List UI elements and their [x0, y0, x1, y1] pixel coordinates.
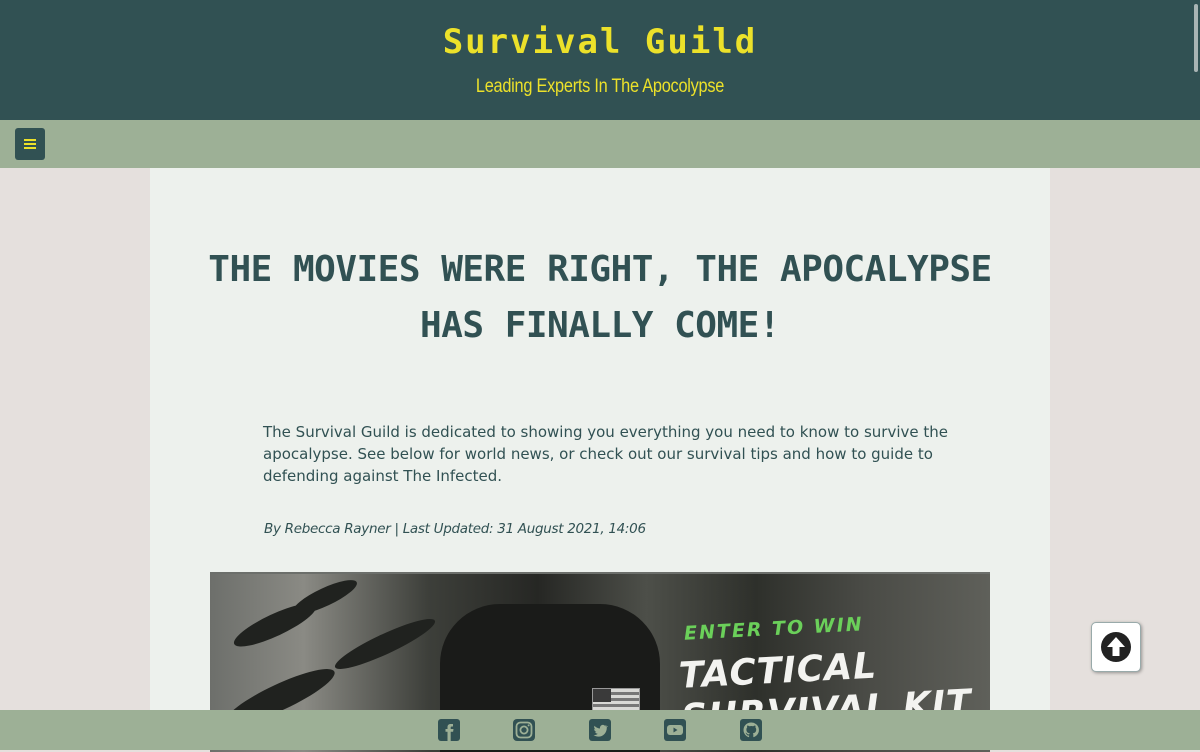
facebook-icon [438, 719, 460, 741]
scrollbar-thumb[interactable] [1194, 4, 1198, 72]
promo-kicker: ENTER TO WIN [683, 613, 865, 645]
site-tagline: Leading Experts In The Apocolypse [475, 76, 725, 97]
site-title[interactable]: Survival Guild [0, 22, 1200, 62]
youtube-link[interactable] [663, 718, 687, 742]
byline: By Rebecca Rayner | Last Updated: 31 Aug… [264, 521, 646, 537]
intro-paragraph: The Survival Guild is dedicated to showi… [263, 423, 948, 485]
github-link[interactable] [739, 718, 763, 742]
menu-toggle-button[interactable] [15, 128, 45, 160]
hamburger-menu-icon [24, 139, 36, 149]
nav-bar [0, 120, 1200, 168]
arrow-up-circle-icon [1101, 632, 1131, 662]
youtube-icon [664, 719, 686, 741]
github-icon [740, 719, 762, 741]
article-heading: THE MOVIES WERE RIGHT, THE APOCALYPSE HA… [208, 249, 992, 346]
instagram-icon [513, 719, 535, 741]
twitter-link[interactable] [588, 718, 612, 742]
twitter-icon [589, 719, 611, 741]
facebook-link[interactable] [437, 718, 461, 742]
site-header: Survival Guild Leading Experts In The Ap… [0, 0, 1200, 120]
instagram-link[interactable] [512, 718, 536, 742]
back-to-top-button[interactable] [1091, 622, 1141, 672]
